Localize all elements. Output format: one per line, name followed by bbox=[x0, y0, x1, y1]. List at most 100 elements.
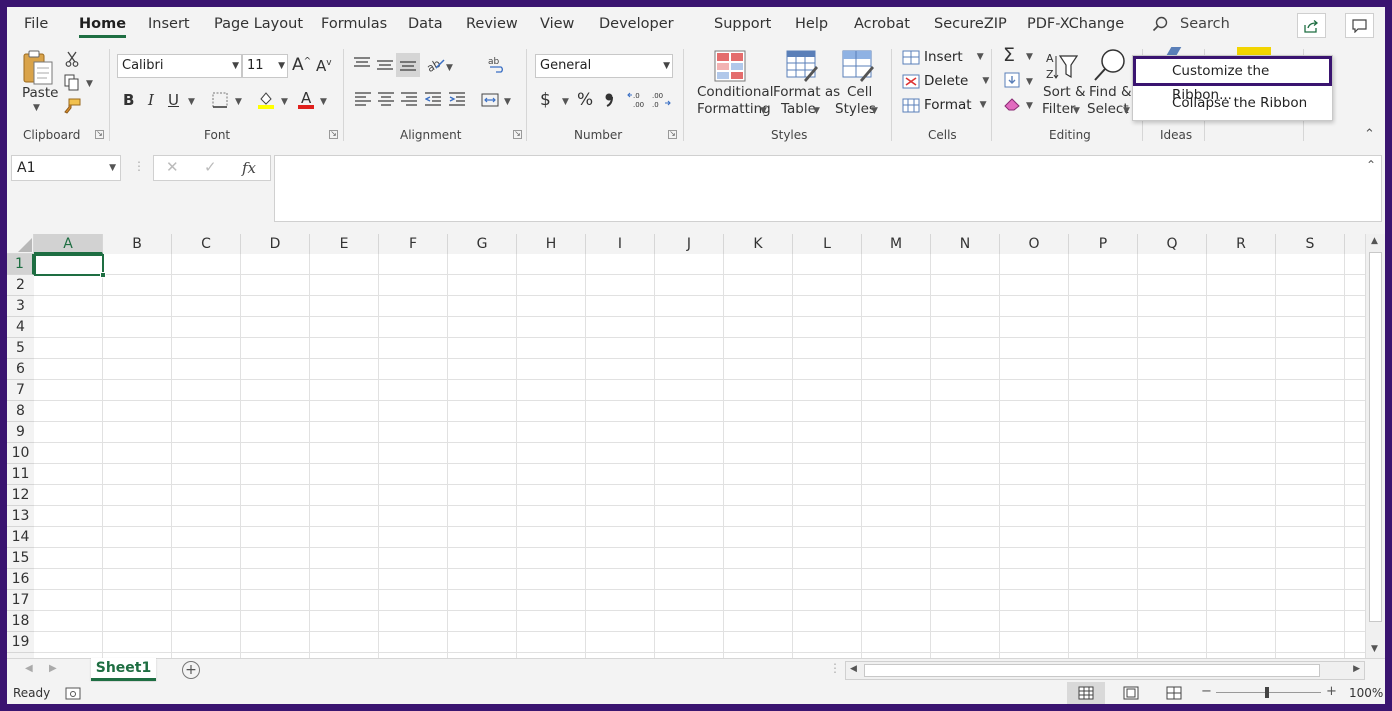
delete-cells-button[interactable]: Delete ▼ bbox=[902, 71, 989, 91]
number-launcher-icon[interactable]: ↘ bbox=[668, 130, 677, 139]
underline-dropdown-icon[interactable]: ▼ bbox=[188, 97, 195, 107]
number-format-combo[interactable]: General ▼ bbox=[535, 54, 673, 78]
share-button[interactable] bbox=[1297, 13, 1326, 38]
find-select-icon[interactable] bbox=[1092, 47, 1128, 83]
zoom-level[interactable]: 100% bbox=[1349, 686, 1383, 700]
percent-button[interactable]: % bbox=[577, 90, 593, 110]
expand-formula-bar-icon[interactable]: ⌃ bbox=[1366, 158, 1376, 172]
scroll-down-icon[interactable]: ▼ bbox=[1371, 644, 1378, 654]
row-header[interactable]: 3 bbox=[7, 296, 34, 317]
find-select-label-1[interactable]: Find & bbox=[1089, 84, 1131, 101]
font-color-icon[interactable]: A bbox=[296, 88, 316, 111]
tab-insert[interactable]: Insert bbox=[148, 16, 190, 32]
column-header[interactable]: I bbox=[586, 234, 655, 254]
clear-dropdown-icon[interactable]: ▼ bbox=[1026, 101, 1033, 111]
column-header[interactable]: O bbox=[1000, 234, 1069, 254]
cell-grid[interactable] bbox=[34, 254, 1365, 659]
column-header[interactable]: N bbox=[931, 234, 1000, 254]
align-left-icon[interactable] bbox=[354, 91, 372, 107]
clipboard-launcher-icon[interactable]: ↘ bbox=[95, 130, 104, 139]
tab-data[interactable]: Data bbox=[408, 16, 443, 32]
column-header[interactable]: F bbox=[379, 234, 448, 254]
fill-color-dropdown-icon[interactable]: ▼ bbox=[281, 97, 288, 107]
vertical-scrollbar[interactable]: ▲ ▼ bbox=[1365, 234, 1385, 659]
sort-filter-label-1[interactable]: Sort & bbox=[1043, 84, 1086, 101]
column-header[interactable]: J bbox=[655, 234, 724, 254]
ideas-icon[interactable] bbox=[1166, 47, 1182, 55]
row-header[interactable]: 15 bbox=[7, 548, 34, 569]
column-header[interactable]: B bbox=[103, 234, 172, 254]
row-header[interactable]: 5 bbox=[7, 338, 34, 359]
format-as-table-label-2[interactable]: Table bbox=[781, 101, 816, 118]
copy-dropdown-icon[interactable]: ▼ bbox=[86, 79, 93, 89]
chevron-down-icon[interactable]: ▼ bbox=[1073, 106, 1080, 116]
insert-cells-button[interactable]: Insert ▼ bbox=[902, 47, 984, 67]
tab-page-layout[interactable]: Page Layout bbox=[214, 16, 303, 32]
paste-icon[interactable] bbox=[21, 47, 55, 87]
chevron-down-icon[interactable]: ▼ bbox=[871, 106, 878, 116]
column-header[interactable]: K bbox=[724, 234, 793, 254]
sort-filter-icon[interactable]: AZ bbox=[1043, 49, 1079, 83]
fill-color-icon[interactable] bbox=[256, 89, 276, 111]
row-header[interactable]: 7 bbox=[7, 380, 34, 401]
chevron-down-icon[interactable]: ▼ bbox=[1123, 106, 1130, 116]
formula-input[interactable]: ⌃ bbox=[274, 155, 1382, 222]
increase-decimal-icon[interactable]: .0.00 bbox=[626, 89, 648, 109]
tab-split-handle[interactable]: ⋮ bbox=[829, 661, 841, 675]
zoom-slider-thumb[interactable] bbox=[1265, 687, 1269, 698]
column-header[interactable]: G bbox=[448, 234, 517, 254]
decrease-decimal-icon[interactable]: .00.0 bbox=[650, 89, 672, 109]
row-header[interactable]: 11 bbox=[7, 464, 34, 485]
alignment-launcher-icon[interactable]: ↘ bbox=[513, 130, 522, 139]
column-header[interactable]: P bbox=[1069, 234, 1138, 254]
row-header[interactable]: 13 bbox=[7, 506, 34, 527]
row-header[interactable]: 16 bbox=[7, 569, 34, 590]
tab-help[interactable]: Help bbox=[795, 16, 828, 32]
conditional-formatting-label-2[interactable]: Formatting bbox=[697, 101, 771, 118]
tab-formulas[interactable]: Formulas bbox=[321, 16, 387, 32]
tab-developer[interactable]: Developer bbox=[599, 16, 674, 32]
sort-filter-label-2[interactable]: Filter bbox=[1042, 101, 1075, 118]
shrink-font-icon[interactable]: Av bbox=[316, 57, 332, 75]
column-header[interactable]: D bbox=[241, 234, 310, 254]
format-cells-button[interactable]: Format ▼ bbox=[902, 95, 987, 115]
middle-align-icon[interactable] bbox=[376, 57, 394, 73]
row-header[interactable]: 18 bbox=[7, 611, 34, 632]
column-header[interactable]: S bbox=[1276, 234, 1345, 254]
paste-button[interactable]: Paste bbox=[22, 85, 58, 102]
tab-acrobat[interactable]: Acrobat bbox=[854, 16, 910, 32]
format-as-table-icon[interactable] bbox=[785, 49, 819, 83]
fill-handle[interactable] bbox=[100, 272, 106, 278]
scroll-left-icon[interactable]: ◀ bbox=[850, 664, 857, 674]
wrap-text-icon[interactable]: ab bbox=[487, 54, 507, 74]
underline-button[interactable]: U bbox=[168, 91, 179, 109]
bottom-align-icon[interactable] bbox=[396, 53, 420, 77]
scroll-up-icon[interactable]: ▲ bbox=[1371, 236, 1378, 246]
row-header[interactable]: 6 bbox=[7, 359, 34, 380]
italic-button[interactable]: I bbox=[148, 91, 154, 109]
tab-pdf-xchange[interactable]: PDF-XChange bbox=[1027, 16, 1124, 32]
macro-recording-icon[interactable] bbox=[64, 685, 82, 701]
column-header[interactable]: M bbox=[862, 234, 931, 254]
scroll-right-icon[interactable]: ▶ bbox=[1353, 664, 1360, 674]
row-header[interactable]: 8 bbox=[7, 401, 34, 422]
currency-dropdown-icon[interactable]: ▼ bbox=[562, 97, 569, 107]
vertical-scroll-thumb[interactable] bbox=[1369, 252, 1382, 622]
tab-home[interactable]: Home bbox=[79, 16, 127, 38]
format-painter-icon[interactable] bbox=[62, 97, 82, 115]
borders-dropdown-icon[interactable]: ▼ bbox=[235, 97, 242, 107]
column-header[interactable]: R bbox=[1207, 234, 1276, 254]
next-sheet-icon[interactable]: ▶ bbox=[49, 663, 57, 674]
enter-icon[interactable]: ✓ bbox=[204, 158, 217, 176]
active-cell[interactable] bbox=[34, 254, 106, 278]
tab-view[interactable]: View bbox=[540, 16, 574, 32]
row-header[interactable]: 2 bbox=[7, 275, 34, 296]
comments-button[interactable] bbox=[1345, 13, 1374, 38]
row-header[interactable]: 9 bbox=[7, 422, 34, 443]
orientation-dropdown-icon[interactable]: ▼ bbox=[446, 63, 453, 73]
conditional-formatting-icon[interactable] bbox=[713, 49, 747, 83]
conditional-formatting-label-1[interactable]: Conditional bbox=[697, 84, 773, 101]
autosum-icon[interactable]: Σ bbox=[1003, 44, 1015, 66]
prev-sheet-icon[interactable]: ◀ bbox=[25, 663, 33, 674]
tab-file[interactable]: File bbox=[24, 16, 48, 32]
